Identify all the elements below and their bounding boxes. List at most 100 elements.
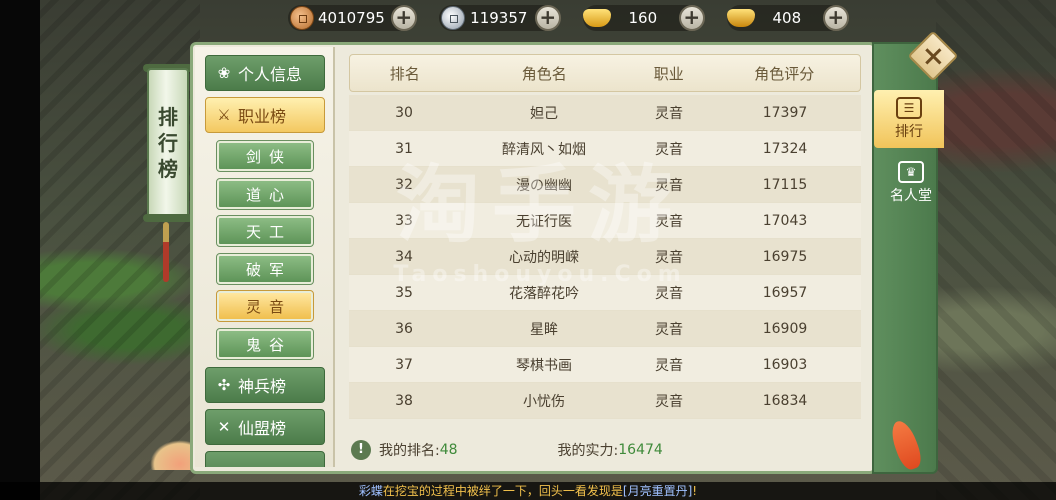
category-guild-ranking[interactable]: ✕ 仙盟榜 bbox=[205, 409, 325, 445]
add-gold-button[interactable]: + bbox=[678, 5, 705, 31]
cell-profession: 灵音 bbox=[655, 393, 683, 410]
title-char: 行 bbox=[158, 131, 178, 155]
sword-icon: ⚔ bbox=[217, 106, 231, 124]
profession-tiangong[interactable]: 天工 bbox=[216, 215, 314, 247]
cell-role-name: 心动的明嵘 bbox=[509, 249, 579, 266]
profession-jianxia[interactable]: 剑侠 bbox=[216, 140, 314, 172]
profession-label: 灵音 bbox=[245, 297, 292, 316]
cell-profession: 灵音 bbox=[655, 285, 683, 302]
scroll-rod-bottom bbox=[143, 214, 193, 222]
table-row[interactable]: 36 星眸 灵音 16909 bbox=[349, 311, 861, 347]
broadcast-text: 在挖宝的过程中被绊了一下，回头一看发现是 bbox=[382, 484, 623, 498]
my-rank-value: 48 bbox=[439, 442, 458, 458]
right-tab-strip: ☰ 排行 ♛ 名人堂 bbox=[872, 42, 944, 474]
cell-score: 16909 bbox=[762, 320, 808, 337]
cell-rank: 38 bbox=[395, 392, 413, 409]
title-char: 榜 bbox=[158, 157, 178, 181]
tassel-ornament bbox=[163, 222, 169, 282]
cell-rank: 32 bbox=[395, 176, 413, 193]
table-row[interactable]: 37 琴棋书画 灵音 16903 bbox=[349, 347, 861, 383]
profession-label: 天工 bbox=[245, 222, 292, 241]
header-role-name: 角色名 bbox=[521, 64, 567, 83]
cell-role-name: 醉清风丶如烟 bbox=[502, 141, 586, 158]
header-profession: 职业 bbox=[653, 64, 684, 83]
header-rank: 排名 bbox=[389, 64, 420, 83]
cell-profession: 灵音 bbox=[655, 177, 683, 194]
cell-profession: 灵音 bbox=[655, 105, 683, 122]
my-rank-label: 我的排名: bbox=[379, 443, 440, 459]
profession-pojun[interactable]: 破军 bbox=[216, 253, 314, 285]
cell-profession: 灵音 bbox=[655, 249, 683, 266]
silver-value: 119357 bbox=[470, 9, 528, 27]
tab-ranking[interactable]: ☰ 排行 bbox=[874, 90, 944, 148]
cell-score: 17115 bbox=[762, 176, 808, 193]
my-power-label: 我的实力: bbox=[557, 443, 619, 459]
tab-hall-of-fame[interactable]: ♛ 名人堂 bbox=[878, 154, 944, 212]
cell-role-name: 漫の幽幽 bbox=[516, 177, 572, 194]
background-roof-right bbox=[936, 0, 1056, 500]
table-row[interactable]: 30 妲己 灵音 17397 bbox=[349, 95, 861, 131]
tab-label: 排行 bbox=[895, 124, 923, 140]
my-power-value: 16474 bbox=[618, 442, 663, 458]
gold-value: 160 bbox=[628, 9, 658, 27]
gold-ingot-icon bbox=[582, 9, 611, 27]
cell-role-name: 星眸 bbox=[530, 321, 558, 338]
table-row[interactable]: 35 花落醉花吟 灵音 16957 bbox=[349, 275, 861, 311]
cell-score: 17043 bbox=[762, 212, 808, 229]
copper-coin-icon bbox=[290, 6, 314, 30]
cell-score: 16975 bbox=[762, 248, 808, 265]
lotus-icon: ❀ bbox=[217, 64, 231, 82]
profession-lingyin[interactable]: 灵音 bbox=[216, 290, 314, 322]
bound-gold-icon bbox=[726, 9, 755, 27]
profession-label: 道心 bbox=[245, 185, 292, 204]
screen-edge bbox=[0, 0, 40, 500]
cell-rank: 35 bbox=[395, 284, 413, 301]
bound-gold-currency: 408 + bbox=[726, 5, 849, 31]
cell-rank: 33 bbox=[395, 212, 413, 229]
currency-bar: 4010795 + 119357 + 160 + 408 + bbox=[288, 4, 849, 32]
add-silver-button[interactable]: + bbox=[534, 5, 561, 31]
silver-coin-icon bbox=[440, 6, 465, 30]
tab-label: 名人堂 bbox=[890, 188, 932, 204]
cell-role-name: 花落醉花吟 bbox=[509, 285, 579, 302]
table-row[interactable]: 32 漫の幽幽 灵音 17115 bbox=[349, 167, 861, 203]
header-score: 角色评分 bbox=[754, 64, 815, 83]
category-label: 个人信息 bbox=[238, 65, 303, 84]
cell-rank: 34 bbox=[395, 248, 413, 265]
hall-of-fame-icon: ♛ bbox=[898, 161, 924, 183]
title-char: 排 bbox=[158, 105, 178, 129]
cell-profession: 灵音 bbox=[655, 321, 683, 338]
category-label: 神兵榜 bbox=[238, 377, 287, 396]
info-icon[interactable]: ! bbox=[351, 440, 371, 460]
profession-label: 鬼谷 bbox=[245, 335, 292, 354]
category-personal-info[interactable]: ❀ 个人信息 bbox=[205, 55, 325, 91]
table-header: 排名 角色名 职业 角色评分 bbox=[349, 54, 861, 92]
cell-rank: 30 bbox=[395, 104, 413, 121]
category-weapon-ranking[interactable]: ✣ 神兵榜 bbox=[205, 367, 325, 403]
cell-score: 16957 bbox=[762, 284, 808, 301]
system-broadcast: 彩蝶在挖宝的过程中被绊了一下，回头一看发现是[月亮重置丹]! bbox=[0, 482, 1056, 500]
profession-guigu[interactable]: 鬼谷 bbox=[216, 328, 314, 360]
table-row[interactable]: 34 心动的明嵘 灵音 16975 bbox=[349, 239, 861, 275]
table-body[interactable]: 30 妲己 灵音 17397 31 醉清风丶如烟 灵音 17324 32 漫の幽幽 灵音 17115 3… bbox=[349, 95, 861, 419]
cell-score: 17397 bbox=[762, 104, 808, 121]
table-row[interactable]: 33 无证行医 灵音 17043 bbox=[349, 203, 861, 239]
table-row[interactable]: 38 小忧伤 灵音 16834 bbox=[349, 383, 861, 419]
cell-rank: 37 bbox=[395, 356, 413, 373]
category-more[interactable] bbox=[205, 451, 325, 467]
table-row[interactable]: 31 醉清风丶如烟 灵音 17324 bbox=[349, 131, 861, 167]
cell-profession: 灵音 bbox=[655, 141, 683, 158]
category-profession-ranking[interactable]: ⚔ 职业榜 bbox=[205, 97, 325, 133]
add-copper-button[interactable]: + bbox=[390, 5, 417, 31]
profession-label: 破军 bbox=[245, 260, 292, 279]
cell-role-name: 妲己 bbox=[530, 105, 558, 122]
cell-role-name: 琴棋书画 bbox=[516, 357, 572, 374]
add-bound-gold-button[interactable]: + bbox=[822, 5, 849, 31]
profession-daoxin[interactable]: 道心 bbox=[216, 178, 314, 210]
broadcast-player: 彩蝶 bbox=[358, 484, 383, 498]
cell-profession: 灵音 bbox=[655, 357, 683, 374]
bound-gold-value: 408 bbox=[772, 9, 802, 27]
cell-role-name: 小忧伤 bbox=[523, 393, 565, 410]
ranking-table: 排名 角色名 职业 角色评分 30 妲己 灵音 17397 31 醉清风丶如烟 灵音 1732… bbox=[345, 52, 863, 426]
silver-currency: 119357 + bbox=[438, 5, 561, 31]
